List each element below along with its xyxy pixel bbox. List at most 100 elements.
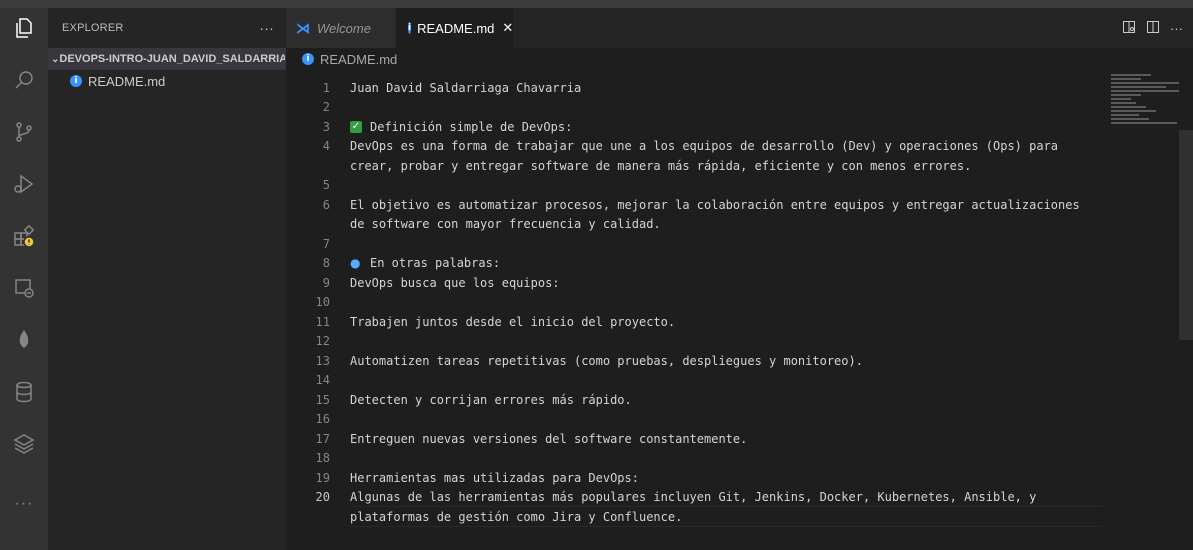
explorer-sidebar: EXPLORER ··· ⌄ DEVOPS-INTRO-JUAN_DAVID_S…: [48, 8, 286, 550]
magnifier-emoji-icon: ●: [350, 256, 361, 270]
tab-readme-label: README.md: [417, 20, 495, 36]
vscode-logo-icon: ⋊: [296, 19, 310, 36]
line-text: En otras palabras:: [370, 256, 501, 270]
line-number: 4: [322, 139, 330, 153]
explorer-title: EXPLORER: [62, 22, 124, 34]
remote-explorer-icon[interactable]: [0, 268, 48, 308]
code-line[interactable]: 16: [286, 410, 1166, 429]
line-number: 18: [315, 451, 330, 465]
workspace-folder[interactable]: ⌄ DEVOPS-INTRO-JUAN_DAVID_SALDARRIAG...: [48, 48, 286, 70]
line-number: 17: [315, 431, 330, 446]
code-line[interactable]: 20 Algunas de las herramientas más popula…: [286, 488, 1166, 507]
code-line[interactable]: 14: [286, 371, 1166, 390]
line-number: 13: [315, 353, 330, 368]
line-text: crear, probar y entregar software de man…: [350, 158, 972, 173]
line-number: 1: [322, 80, 330, 95]
line-text: Algunas de las herramientas más populare…: [350, 490, 1037, 504]
line-number: 11: [315, 314, 330, 329]
activity-bar: ···: [0, 8, 48, 550]
line-text: Trabajen juntos desde el inicio del proy…: [350, 314, 676, 329]
tab-bar: ⋊ Welcome i README.md ✕ ···: [286, 8, 1193, 48]
workspace-folder-label: DEVOPS-INTRO-JUAN_DAVID_SALDARRIAG...: [59, 53, 286, 65]
code-line[interactable]: 2: [286, 98, 1166, 117]
info-icon: i: [70, 75, 82, 87]
extensions-icon[interactable]: [0, 216, 48, 256]
code-line[interactable]: 10: [286, 293, 1166, 312]
line-number: 15: [315, 392, 330, 407]
breadcrumb-file: README.md: [320, 51, 398, 67]
code-line[interactable]: 3 ✓ Definición simple de DevOps:: [286, 117, 1166, 136]
line-number: 5: [322, 178, 330, 192]
more-icon[interactable]: ···: [0, 484, 48, 524]
code-line[interactable]: 11 Trabajen juntos desde el inicio del pr…: [286, 312, 1166, 331]
check-emoji-icon: ✓: [350, 120, 362, 133]
line-text: Entreguen nuevas versiones del software …: [350, 431, 748, 446]
code-line[interactable]: de software con mayor frecuencia y calid…: [286, 215, 1166, 234]
code-line[interactable]: 12: [286, 332, 1166, 351]
info-icon: i: [408, 22, 412, 34]
code-line[interactable]: 1 Juan David Saldarriaga Chavarria: [286, 78, 1166, 97]
line-number: 20: [315, 490, 330, 504]
code-line[interactable]: 6 El objetivo es automatizar procesos, me…: [286, 195, 1166, 214]
line-number: 9: [322, 275, 330, 290]
search-icon[interactable]: [0, 60, 48, 100]
more-actions-icon[interactable]: ···: [1170, 21, 1183, 36]
chevron-down-icon: ⌄: [51, 53, 60, 65]
run-debug-icon[interactable]: [0, 164, 48, 204]
line-number: 12: [315, 334, 330, 348]
line-number: 16: [315, 412, 330, 426]
code-line[interactable]: 15 Detecten y corrijan errores más rápido…: [286, 390, 1166, 409]
line-number: 7: [322, 236, 330, 251]
line-number: 19: [315, 470, 330, 485]
code-line[interactable]: 17 Entreguen nuevas versiones del softwar…: [286, 429, 1166, 448]
file-item-label: README.md: [88, 73, 166, 89]
mongodb-icon[interactable]: [0, 320, 48, 360]
line-text: Definición simple de DevOps:: [370, 119, 573, 134]
code-line[interactable]: 4 DevOps es una forma de trabajar que une…: [286, 137, 1166, 156]
line-number: 6: [322, 197, 330, 212]
line-number: 2: [322, 100, 330, 114]
line-number: 10: [315, 295, 330, 309]
line-number: 3: [322, 119, 330, 134]
line-text: plataformas de gestión como Jira y Confl…: [350, 509, 683, 524]
info-icon: i: [302, 53, 314, 65]
line-number: 14: [315, 373, 330, 387]
database-icon[interactable]: [0, 372, 48, 412]
explorer-more-icon[interactable]: ···: [259, 20, 274, 36]
line-text: Herramientas mas utilizadas para DevOps:: [350, 470, 639, 485]
file-item-readme[interactable]: i README.md: [48, 70, 286, 92]
line-text: DevOps es una forma de trabajar que une …: [350, 139, 1059, 153]
breadcrumb[interactable]: i README.md: [286, 48, 1193, 70]
source-control-icon[interactable]: [0, 112, 48, 152]
close-icon[interactable]: ✕: [502, 20, 513, 36]
code-line[interactable]: 5: [286, 176, 1166, 195]
line-number: 8: [322, 256, 330, 270]
title-bar: [0, 0, 1193, 8]
code-line[interactable]: 9 DevOps busca que los equipos:: [286, 273, 1166, 292]
scrollbar-thumb[interactable]: [1179, 130, 1193, 340]
layers-icon[interactable]: [0, 424, 48, 464]
code-line[interactable]: 18: [286, 449, 1166, 468]
line-text: DevOps busca que los equipos:: [350, 275, 560, 290]
vertical-scrollbar[interactable]: [1179, 70, 1193, 550]
line-text: El objetivo es automatizar procesos, mej…: [350, 197, 1080, 212]
code-editor[interactable]: 1 Juan David Saldarriaga Chavarria 2 3 ✓ Defi…: [286, 70, 1193, 550]
open-preview-icon[interactable]: [1122, 20, 1136, 37]
tab-readme[interactable]: i README.md ✕: [396, 8, 513, 48]
split-editor-icon[interactable]: [1146, 20, 1160, 37]
code-line[interactable]: crear, probar y entregar software de man…: [286, 156, 1166, 175]
line-text: Automatizen tareas repetitivas (como pru…: [350, 353, 863, 368]
code-line[interactable]: 13 Automatizen tareas repetitivas (como p…: [286, 351, 1166, 370]
editor-actions: ···: [1122, 8, 1183, 48]
tab-welcome-label: Welcome: [317, 20, 371, 36]
code-line[interactable]: 7: [286, 234, 1166, 253]
line-text: de software con mayor frecuencia y calid…: [350, 217, 661, 231]
explorer-icon[interactable]: [0, 8, 48, 48]
code-line[interactable]: plataformas de gestión como Jira y Confl…: [286, 507, 1166, 526]
line-text: Juan David Saldarriaga Chavarria: [350, 80, 582, 95]
code-line[interactable]: 19 Herramientas mas utilizadas para DevOp…: [286, 468, 1166, 487]
explorer-header: EXPLORER ···: [48, 8, 286, 48]
code-line[interactable]: 8 ● En otras palabras:: [286, 254, 1166, 273]
tab-welcome[interactable]: ⋊ Welcome: [286, 8, 396, 48]
line-text: Detecten y corrijan errores más rápido.: [350, 392, 632, 407]
